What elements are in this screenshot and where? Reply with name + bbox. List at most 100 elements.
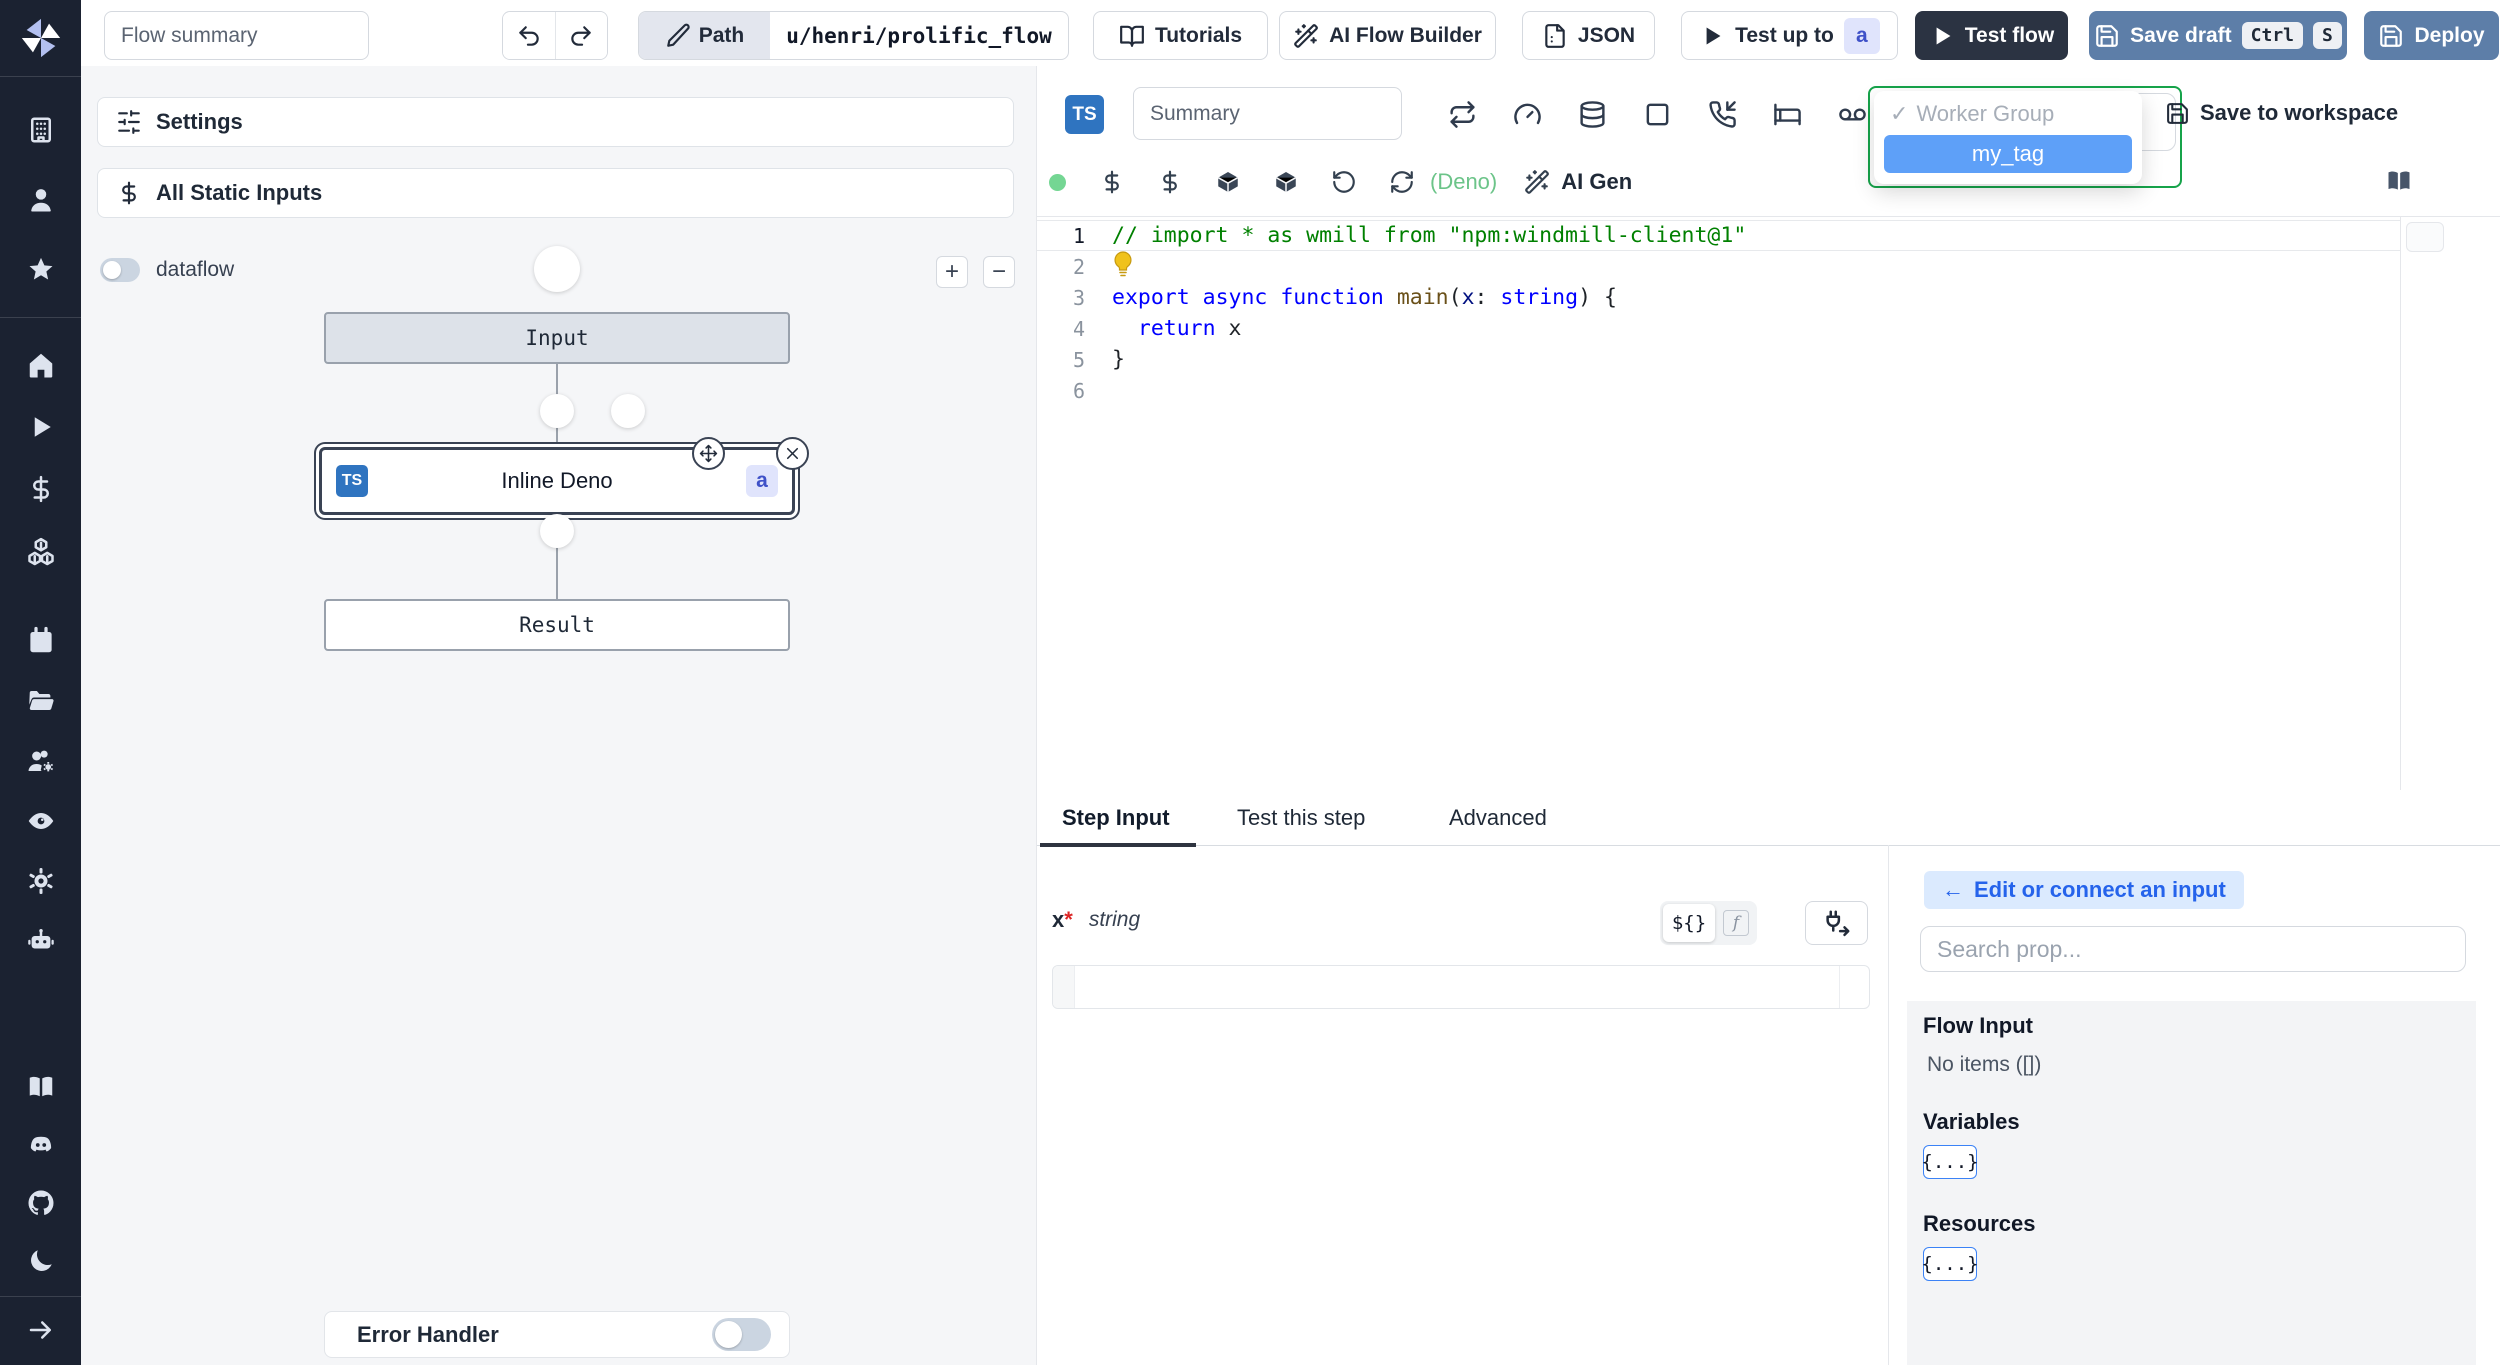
add-trigger-button[interactable] xyxy=(611,394,645,428)
repeat-icon[interactable] xyxy=(1447,99,1477,129)
edit-or-connect-button[interactable]: ← Edit or connect an input xyxy=(1924,871,2244,909)
worker-group-dropdown: ✓ Worker Group my_tag xyxy=(1868,86,2182,188)
arrow-right-icon[interactable] xyxy=(24,1313,58,1347)
add-step-button[interactable] xyxy=(540,394,574,428)
eye-icon[interactable] xyxy=(24,804,58,838)
database-icon[interactable] xyxy=(1577,99,1607,129)
flow-summary-input[interactable] xyxy=(104,11,369,60)
book-open-icon xyxy=(1119,23,1145,49)
calendar-icon[interactable] xyxy=(24,624,58,658)
worker-group-menu-header[interactable]: ✓ Worker Group xyxy=(1884,99,2132,129)
user-icon[interactable] xyxy=(24,183,58,217)
code-line-5[interactable]: 5} xyxy=(1037,344,2400,375)
deploy-label: Deploy xyxy=(2414,23,2485,47)
user-cog-icon[interactable] xyxy=(24,744,58,778)
phone-incoming-icon[interactable] xyxy=(1707,99,1737,129)
collapsed-panel-handle[interactable] xyxy=(2406,222,2444,252)
path-group: Path u/henri/prolific_flow xyxy=(638,11,1069,60)
folder-open-icon[interactable] xyxy=(24,684,58,718)
box-icon[interactable] xyxy=(1214,168,1242,196)
tab-step-input[interactable]: Step Input xyxy=(1062,805,1170,831)
test-flow-button[interactable]: Test flow xyxy=(1915,11,2068,60)
dollar-icon[interactable] xyxy=(24,472,58,506)
edit-path-button[interactable]: Path xyxy=(639,12,770,59)
variables-object-chip[interactable]: {...} xyxy=(1921,1145,1979,1179)
lightbulb-icon[interactable] xyxy=(1112,250,1134,283)
undo-redo-group xyxy=(502,11,608,60)
line-number: 3 xyxy=(1072,285,1085,310)
book-icon[interactable] xyxy=(24,1070,58,1104)
prop-search-input[interactable] xyxy=(1920,926,2466,972)
json-label: JSON xyxy=(1577,23,1636,47)
code-editor[interactable]: 1 // import * as wmill from "npm:windmill… xyxy=(1037,220,2400,406)
flow-node-input[interactable]: Input xyxy=(324,312,790,364)
variables-title: Variables xyxy=(1923,1109,2020,1134)
worker-group-option-my-tag[interactable]: my_tag xyxy=(1884,135,2132,173)
all-static-inputs-row[interactable]: All Static Inputs xyxy=(97,168,1014,218)
discord-icon[interactable] xyxy=(24,1128,58,1162)
error-handler-toggle[interactable] xyxy=(712,1318,771,1351)
dataflow-toggle[interactable] xyxy=(100,258,140,282)
github-icon[interactable] xyxy=(24,1186,58,1220)
tutorials-button[interactable]: Tutorials xyxy=(1093,11,1268,60)
building-icon[interactable] xyxy=(24,113,58,147)
settings-icon[interactable] xyxy=(24,864,58,898)
save-draft-label: Save draft xyxy=(2130,23,2232,47)
code-line-3[interactable]: 3 export async function main(x: string) { xyxy=(1037,282,2400,313)
moon-icon[interactable] xyxy=(24,1244,58,1278)
argument-value-input[interactable] xyxy=(1075,966,1839,1008)
boxes-icon[interactable] xyxy=(24,534,58,568)
file-json-icon xyxy=(1542,23,1568,49)
code-line-1[interactable]: 1 // import * as wmill from "npm:windmill… xyxy=(1037,220,2400,251)
add-step-button[interactable] xyxy=(540,514,574,548)
dollar-icon[interactable] xyxy=(1156,168,1184,196)
redo-icon xyxy=(568,23,594,49)
save-to-workspace-button[interactable]: Save to workspace xyxy=(2165,100,2398,126)
bot-icon[interactable] xyxy=(24,924,58,958)
bed-icon[interactable] xyxy=(1772,99,1802,129)
undo-button[interactable] xyxy=(503,12,555,59)
connect-input-button[interactable] xyxy=(1805,901,1868,945)
save-draft-button[interactable]: Save draft Ctrl S xyxy=(2089,11,2347,60)
line-content: // import * as wmill from "npm:windmill-… xyxy=(1112,223,1747,248)
zoom-in-button[interactable]: + xyxy=(936,256,968,288)
code-line-4[interactable]: 4 return x xyxy=(1037,313,2400,344)
function-toggle[interactable]: f xyxy=(1723,910,1749,936)
test-up-to-button[interactable]: Test up to a xyxy=(1681,11,1898,60)
tab-advanced[interactable]: Advanced xyxy=(1449,805,1547,831)
script-library-icon[interactable] xyxy=(2384,166,2414,196)
argument-editor-gutter xyxy=(1053,966,1075,1008)
redo-button[interactable] xyxy=(554,12,607,59)
square-icon[interactable] xyxy=(1642,99,1672,129)
delete-step-button[interactable] xyxy=(776,437,809,470)
flow-settings-row[interactable]: Settings xyxy=(97,97,1014,147)
play-icon[interactable] xyxy=(24,410,58,444)
dollar-icon[interactable] xyxy=(1098,168,1126,196)
refresh-cw-icon[interactable] xyxy=(1388,168,1416,196)
move-step-handle[interactable] xyxy=(692,437,725,470)
rotate-ccw-icon[interactable] xyxy=(1330,168,1358,196)
settings-label: Settings xyxy=(156,109,243,134)
box-icon[interactable] xyxy=(1272,168,1300,196)
template-string-toggle[interactable]: ${} xyxy=(1663,904,1715,942)
code-line-6[interactable]: 6 xyxy=(1037,375,2400,406)
home-icon[interactable] xyxy=(24,348,58,382)
gauge-icon[interactable] xyxy=(1512,99,1542,129)
flow-node-result[interactable]: Result xyxy=(324,599,790,651)
ai-flow-builder-button[interactable]: AI Flow Builder xyxy=(1279,11,1496,60)
tab-test-this-step[interactable]: Test this step xyxy=(1237,805,1365,831)
save-icon xyxy=(2165,101,2190,126)
ai-gen-button[interactable]: AI Gen xyxy=(1523,168,1632,196)
voicemail-icon[interactable] xyxy=(1837,99,1867,129)
code-line-2[interactable]: 2 xyxy=(1037,250,2400,283)
ai-wand-button[interactable] xyxy=(534,246,580,292)
summary-input[interactable] xyxy=(1133,87,1402,140)
star-icon[interactable] xyxy=(24,253,58,287)
json-button[interactable]: JSON xyxy=(1522,11,1655,60)
deno-runtime-label[interactable]: (Deno) xyxy=(1430,169,1497,195)
deploy-button[interactable]: Deploy xyxy=(2364,11,2499,60)
zoom-out-button[interactable]: − xyxy=(983,256,1015,288)
resources-object-chip[interactable]: {...} xyxy=(1921,1247,1979,1281)
input-mode-segmented-control: ${} f xyxy=(1660,901,1757,945)
windmill-logo[interactable] xyxy=(0,0,81,77)
